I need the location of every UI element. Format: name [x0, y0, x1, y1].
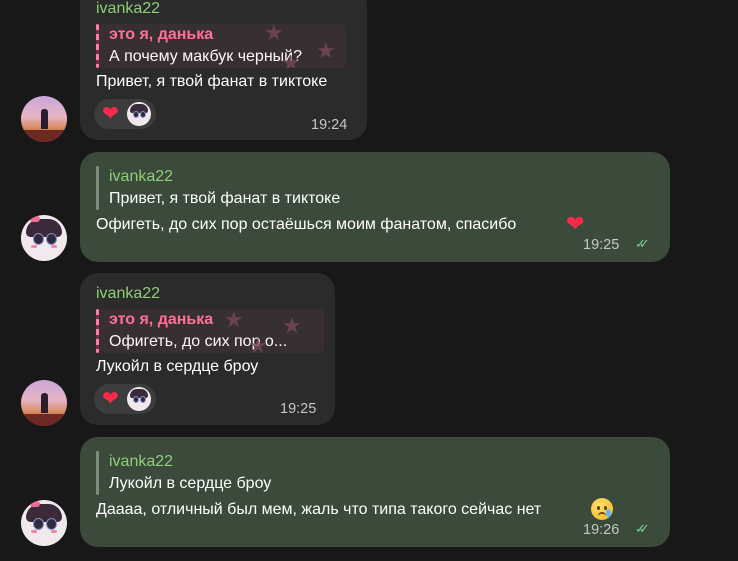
message-bubble-outgoing[interactable]: ivanka22 Привет, я твой фанат в тиктоке …: [80, 152, 670, 262]
star-icon: ★: [224, 309, 244, 332]
message-bubble-outgoing[interactable]: ivanka22 Лукойл в сердце броу Даааа, отл…: [80, 437, 670, 547]
reply-quote[interactable]: это я, данька Офигеть, до сих пор о... ★…: [96, 309, 324, 353]
avatar-eye: [46, 233, 57, 245]
reactor-avatar[interactable]: [127, 102, 151, 126]
reply-preview-text: Лукойл в сердце броу: [109, 475, 272, 492]
message-time: 19:24: [311, 117, 348, 133]
avatar-eye: [140, 111, 146, 118]
star-icon: ★: [264, 24, 284, 45]
emoji-mouth: [598, 512, 606, 518]
own-avatar[interactable]: [21, 215, 67, 261]
reply-quote-bar: [96, 24, 99, 68]
message-text: Лукойл в сердце броу: [96, 358, 259, 375]
heart-reaction-icon[interactable]: ❤: [102, 102, 119, 126]
sender-name[interactable]: ivanka22: [96, 0, 160, 18]
sender-avatar[interactable]: [21, 96, 67, 142]
star-icon: ★: [316, 38, 336, 63]
avatar-blush: [51, 245, 57, 248]
star-icon: ★: [282, 313, 302, 338]
reply-quote[interactable]: это я, данька А почему макбук черный? ★ …: [96, 24, 346, 68]
reply-preview-text: Привет, я твой фанат в тиктоке: [109, 190, 341, 207]
own-avatar[interactable]: [21, 500, 67, 546]
reactions-bar[interactable]: ❤: [94, 99, 156, 129]
star-icon: ★: [281, 50, 301, 69]
avatar-eye: [133, 396, 139, 403]
avatar-eye: [140, 396, 146, 403]
avatar-bow: [30, 501, 40, 507]
avatar-figure: [41, 109, 48, 129]
avatar-blush: [31, 530, 37, 533]
message-bubble-incoming[interactable]: ivanka22 это я, данька Офигеть, до сих п…: [80, 273, 335, 425]
read-check-icon: ✓✓: [635, 521, 650, 536]
avatar-bow: [30, 216, 40, 222]
reply-sender-name: ivanka22: [109, 168, 174, 185]
avatar-eye: [133, 111, 139, 118]
emoji-tear: [606, 509, 611, 517]
reply-quote[interactable]: ivanka22 Лукойл в сердце броу: [96, 451, 356, 495]
reply-sender-name: ivanka22: [109, 453, 174, 470]
message-time: 19:25: [280, 401, 317, 417]
avatar-eye: [33, 518, 44, 530]
star-icon: ★: [248, 333, 268, 354]
avatar-eye: [46, 518, 57, 530]
reply-quote-background: [96, 24, 346, 68]
message-time: 19:25: [583, 237, 620, 253]
sender-name[interactable]: ivanka22: [96, 285, 160, 303]
message-text: Даааа, отличный был мем, жаль что типа т…: [96, 501, 542, 518]
emoji-eye: [597, 506, 600, 510]
avatar-ground: [21, 130, 67, 142]
avatar-blush: [31, 245, 37, 248]
read-check-icon: ✓✓: [635, 236, 650, 251]
reply-quote-bar: [96, 166, 99, 210]
message-text: Офигеть, до сих пор остаёшься моим фанат…: [96, 216, 517, 233]
message-time: 19:26: [583, 522, 620, 538]
sender-avatar[interactable]: [21, 380, 67, 426]
avatar-eye: [33, 233, 44, 245]
reactions-bar[interactable]: ❤: [94, 384, 156, 414]
reply-quote-bar: [96, 309, 99, 353]
reply-quote-bar: [96, 451, 99, 495]
reply-quote[interactable]: ivanka22 Привет, я твой фанат в тиктоке: [96, 166, 396, 210]
crying-face-icon: [591, 498, 613, 520]
heart-emoji-icon: ❤: [566, 211, 585, 236]
reactor-avatar[interactable]: [127, 387, 151, 411]
avatar-ground: [21, 414, 67, 426]
avatar-figure: [41, 393, 48, 413]
message-text: Привет, я твой фанат в тиктоке: [96, 73, 328, 90]
heart-reaction-icon[interactable]: ❤: [102, 387, 119, 411]
avatar-blush: [51, 530, 57, 533]
message-bubble-incoming[interactable]: ivanka22 это я, данька А почему макбук ч…: [80, 0, 367, 140]
